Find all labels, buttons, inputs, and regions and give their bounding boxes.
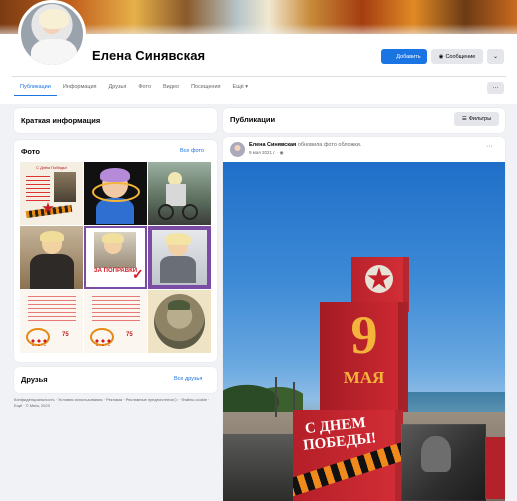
photo-thumb-9[interactable] bbox=[148, 290, 211, 353]
photo-thumb-6[interactable] bbox=[148, 226, 211, 289]
photo-number-75-b: 75 bbox=[126, 332, 133, 338]
avatar-hair bbox=[39, 9, 69, 29]
message-label: Сообщение bbox=[445, 53, 476, 60]
monument-victory-cube: С ДНЕМ ПОБЕДЫ! bbox=[283, 410, 413, 501]
add-friend-button[interactable]: 👤 Добавить bbox=[381, 49, 427, 64]
post-date[interactable]: 9 мая 2021 г. · ◉ bbox=[249, 150, 284, 156]
avatar-body bbox=[31, 39, 77, 65]
add-friend-label: Добавить bbox=[396, 53, 421, 60]
post-action: обновила фото обложки. bbox=[297, 142, 362, 148]
intro-card: Краткая информация bbox=[14, 108, 217, 133]
messenger-icon: ◉ bbox=[438, 53, 444, 60]
monument-date-cube: 9 МАЯ bbox=[320, 302, 408, 412]
tab-more[interactable]: Ещё ▾ bbox=[227, 80, 255, 96]
filters-label: Фильтры bbox=[468, 116, 492, 122]
post-cover-photo[interactable]: 9 МАЯ С ДНЕМ ПОБЕДЫ! bbox=[223, 162, 505, 501]
filters-button[interactable]: ☰ Фильтры bbox=[454, 112, 499, 126]
profile-tabs: Публикации Информация Друзья Фото Видео … bbox=[14, 80, 254, 96]
tabs-overflow-button[interactable]: ··· bbox=[487, 82, 504, 94]
post-author-line: Елена Синявская обновила фото обложки. bbox=[249, 142, 361, 148]
filter-sliders-icon: ☰ bbox=[461, 116, 467, 122]
photo-caption-victory: С Днём Победы! bbox=[36, 165, 67, 170]
tab-publications[interactable]: Публикации bbox=[14, 80, 57, 96]
profile-name: Елена Синявская bbox=[92, 48, 206, 63]
photo-thumb-3[interactable] bbox=[148, 162, 211, 225]
post-author-name[interactable]: Елена Синявская bbox=[249, 142, 296, 148]
tab-photos[interactable]: Фото bbox=[132, 80, 157, 96]
tab-checkins[interactable]: Посещения bbox=[185, 80, 226, 96]
profile-avatar[interactable] bbox=[18, 0, 86, 68]
monument-photo-cube bbox=[401, 424, 486, 501]
friends-card: Друзья Все друзья bbox=[14, 367, 217, 393]
intro-title: Краткая информация bbox=[21, 116, 101, 125]
post-card: Елена Синявская обновила фото обложки. 9… bbox=[223, 137, 505, 501]
footer-links[interactable]: Конфиденциальность · Условия использован… bbox=[14, 397, 217, 408]
photo-thumb-2[interactable] bbox=[84, 162, 147, 225]
all-friends-link[interactable]: Все друзья bbox=[174, 376, 202, 382]
tab-videos[interactable]: Видео bbox=[157, 80, 185, 96]
photo-grid: С Днём Победы! ЗА ПОПРАВКИ ✓ 75 75 bbox=[20, 162, 211, 353]
photo-thumb-4[interactable] bbox=[20, 226, 83, 289]
photo-thumb-1[interactable]: С Днём Победы! bbox=[20, 162, 83, 225]
monument-number: 9 bbox=[350, 305, 378, 365]
monument-side-cube bbox=[485, 437, 505, 499]
tabs-divider bbox=[12, 76, 506, 77]
all-photos-link[interactable]: Все фото bbox=[180, 148, 204, 154]
message-button[interactable]: ◉ Сообщение bbox=[431, 49, 483, 64]
tab-info[interactable]: Информация bbox=[57, 80, 103, 96]
monument-wall-left bbox=[223, 434, 293, 501]
photos-card: Фото Все фото С Днём Победы! ЗА ПОПРАВКИ… bbox=[14, 140, 217, 362]
photo-thumb-5[interactable]: ЗА ПОПРАВКИ ✓ bbox=[84, 226, 147, 289]
photo-number-75-a: 75 bbox=[62, 332, 69, 338]
add-person-icon: 👤 bbox=[387, 53, 395, 60]
post-author-avatar[interactable] bbox=[230, 142, 245, 157]
monument-month: МАЯ bbox=[343, 368, 385, 387]
publications-title: Публикации bbox=[230, 115, 276, 124]
chevron-down-icon: ⌄ bbox=[492, 54, 499, 60]
photo-thumb-8[interactable]: 75 bbox=[84, 290, 147, 353]
photo-thumb-7[interactable]: 75 bbox=[20, 290, 83, 353]
friends-title: Друзья bbox=[21, 375, 48, 384]
post-menu-icon[interactable]: ··· bbox=[486, 143, 493, 150]
photos-title: Фото bbox=[21, 147, 40, 156]
more-actions-button[interactable]: ⌄ bbox=[487, 49, 504, 64]
tab-friends[interactable]: Друзья bbox=[103, 80, 133, 96]
